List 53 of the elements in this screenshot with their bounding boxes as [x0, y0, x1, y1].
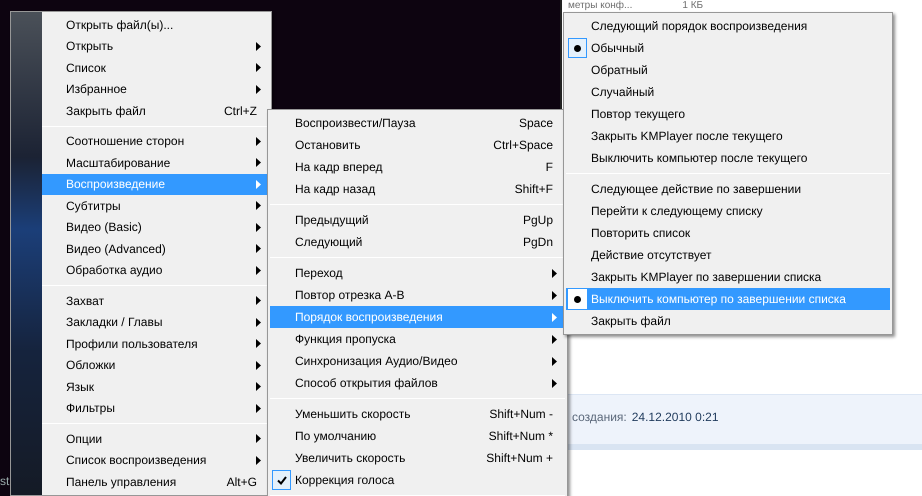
- menu-item[interactable]: Закладки / Главы: [42, 312, 269, 333]
- menu-item[interactable]: Фильтры: [42, 398, 269, 419]
- menu-item[interactable]: Действие отсутствует: [566, 244, 890, 266]
- menu-item[interactable]: Открыть: [42, 36, 269, 57]
- menu-item[interactable]: На кадр назад Shift+F: [270, 178, 565, 200]
- menu-item[interactable]: Обложки: [42, 354, 269, 376]
- details-value: 24.12.2010 0:21: [632, 409, 718, 426]
- menu-item[interactable]: Остановить Ctrl+Space: [270, 134, 565, 156]
- menu-item[interactable]: Закрыть файл Ctrl+Z: [42, 100, 269, 122]
- menu-item[interactable]: Видео (Advanced): [42, 238, 269, 260]
- menu-item[interactable]: Видео (Basic): [42, 216, 269, 238]
- menu-item[interactable]: Следующий порядок воспроизведения: [566, 15, 890, 37]
- menu-item[interactable]: Закрыть KMPlayer по завершении списка: [566, 266, 890, 288]
- menu-item[interactable]: Закрыть KMPlayer после текущего: [566, 125, 890, 147]
- menu-item[interactable]: Предыдущий PgUp: [270, 209, 565, 231]
- menu-item[interactable]: Коррекция голоса: [270, 469, 565, 491]
- menu-item[interactable]: Переход: [270, 262, 565, 284]
- menu-item[interactable]: Обычный: [566, 37, 890, 59]
- menu-item[interactable]: Способ открытия файлов: [270, 372, 565, 394]
- menu-item[interactable]: Опции: [42, 428, 269, 450]
- menu-item[interactable]: Масштабирование: [42, 152, 269, 174]
- menu-item[interactable]: Следующий PgDn: [270, 231, 565, 253]
- menu-item[interactable]: Язык: [42, 376, 269, 398]
- menu-item[interactable]: Список воспроизведения: [42, 450, 269, 471]
- desktop-text: st: [0, 474, 10, 488]
- menu-item[interactable]: На кадр вперед F: [270, 156, 565, 178]
- menu-item[interactable]: По умолчанию Shift+Num *: [270, 425, 565, 447]
- file-size-text: 1 КБ: [682, 0, 704, 12]
- menu-item[interactable]: Повтор текущего: [566, 103, 890, 125]
- menu-item[interactable]: Уменьшить скорость Shift+Num -: [270, 403, 565, 425]
- menu-item[interactable]: Обработка аудио: [42, 260, 269, 281]
- file-name-text: метры конф...: [568, 0, 632, 12]
- menu-item[interactable]: Функция пропуска: [270, 328, 565, 350]
- menu-item[interactable]: Случайный: [566, 81, 890, 103]
- menu-item[interactable]: Профили пользователя: [42, 333, 269, 354]
- menu-item[interactable]: Повтор отрезка A-B: [270, 284, 565, 306]
- menu-item[interactable]: Выключить компьютер после текущего: [566, 147, 890, 169]
- menu-item[interactable]: Открыть файл(ы)...: [42, 14, 269, 36]
- menu-item[interactable]: Панель управления Alt+G: [42, 471, 269, 492]
- menu-item[interactable]: Увеличить скорость Shift+Num +: [270, 447, 565, 469]
- menu-item[interactable]: Синхронизация Аудио/Видео: [270, 350, 565, 372]
- details-label: создания:: [572, 409, 627, 426]
- menu-item[interactable]: Повторить список: [566, 222, 890, 244]
- menu-item[interactable]: Обратный: [566, 59, 890, 81]
- menu-item[interactable]: Закрыть файл: [566, 310, 890, 332]
- menu-item[interactable]: Следующее действие по завершении: [566, 178, 890, 200]
- menu-item[interactable]: Список: [42, 57, 269, 78]
- menu-item[interactable]: Субтитры: [42, 195, 269, 216]
- menu-item[interactable]: Соотношение сторон: [42, 130, 269, 152]
- menu-item[interactable]: Перейти к следующему списку: [566, 200, 890, 222]
- menu-item[interactable]: Воспроизвести/Пауза Space: [270, 112, 565, 134]
- menu-item[interactable]: Захват: [42, 290, 269, 312]
- menu-item[interactable]: Избранное: [42, 78, 269, 100]
